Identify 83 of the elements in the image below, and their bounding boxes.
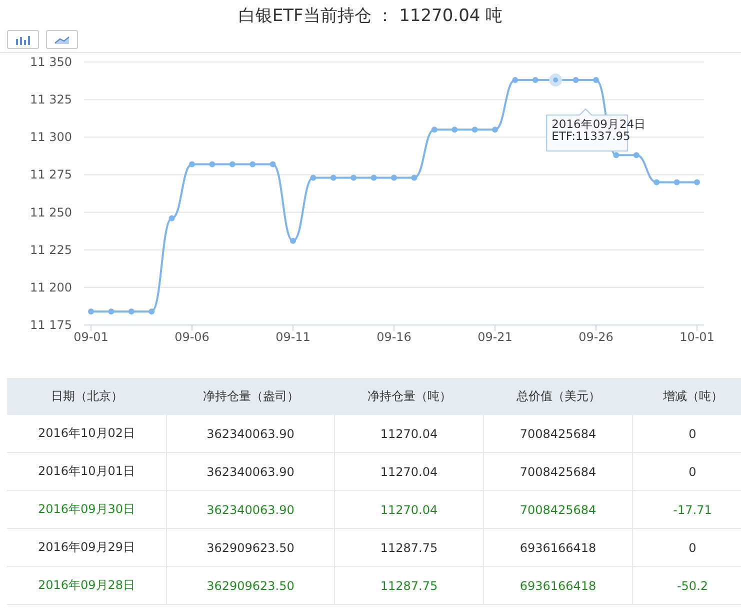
table-cell: 7008425684 (484, 415, 633, 453)
x-axis-label: 09-21 (478, 330, 512, 344)
x-axis-label: 10-01 (680, 330, 714, 344)
x-axis-label: 09-01 (74, 330, 108, 344)
table-cell: 6936166418 (484, 529, 633, 567)
data-point (694, 179, 700, 186)
data-point (330, 174, 336, 181)
data-point (572, 77, 579, 84)
data-point (290, 238, 296, 244)
y-axis-label: 11 325 (30, 92, 72, 107)
line-chart-icon (54, 36, 70, 44)
table-cell: 2016年09月29日 (7, 529, 167, 567)
table-cell: 2016年10月01日 (7, 453, 167, 491)
data-point (613, 152, 620, 158)
data-point (209, 161, 216, 168)
data-point (654, 179, 660, 186)
data-point (452, 126, 458, 133)
data-point (128, 308, 134, 314)
data-point (370, 174, 377, 181)
table-cell: 11287.75 (335, 567, 484, 605)
table-cell: 7008425684 (484, 453, 633, 491)
data-point (674, 179, 680, 186)
line-chart-button[interactable] (46, 30, 78, 49)
data-point (350, 174, 357, 181)
y-axis-label: 11 275 (30, 168, 72, 182)
table-cell: 7008425684 (484, 491, 633, 529)
column-header: 净持仓量（盎司） (167, 378, 335, 415)
x-axis-label: 09-16 (376, 330, 412, 344)
table-cell: 362909623.50 (167, 567, 335, 605)
data-point (411, 174, 418, 181)
data-point (189, 161, 195, 168)
data-point (88, 308, 94, 314)
y-axis-label: 11 300 (30, 130, 72, 144)
data-point (472, 126, 478, 133)
chart-title: 白银ETF当前持仓 ： 11270.04 吨 (237, 4, 504, 28)
data-point (310, 174, 316, 181)
table-cell: 6936166418 (484, 567, 633, 605)
table-cell: 0 (633, 529, 741, 567)
y-axis-label: 11 225 (30, 242, 72, 257)
table-cell: 362909623.50 (167, 529, 335, 567)
tooltip-text: 2016年09月24日 (552, 117, 646, 132)
y-axis-label: 11 250 (30, 205, 72, 220)
table-cell: 362340063.90 (167, 415, 335, 453)
table-cell: 362340063.90 (167, 491, 335, 529)
x-axis-label: 09-11 (276, 330, 310, 344)
data-point (108, 308, 114, 314)
table-cell: 2016年09月28日 (7, 567, 167, 605)
data-point (549, 74, 562, 87)
data-point (148, 308, 155, 314)
y-axis-label: 11 200 (30, 280, 72, 294)
table-cell: 11270.04 (335, 491, 484, 529)
table-cell: 2016年09月30日 (7, 491, 167, 529)
table-cell: 11270.04 (335, 415, 484, 453)
y-axis-label: 11 350 (30, 55, 72, 69)
column-header: 总价值（美元） (484, 378, 633, 415)
column-header: 日期（北京） (7, 378, 167, 415)
table-cell: 2016年10月02日 (7, 415, 167, 453)
y-axis-label: 11 175 (30, 318, 72, 332)
data-point (168, 215, 175, 222)
column-header: 净持仓量（吨） (335, 378, 484, 415)
x-axis-label: 09-06 (174, 330, 210, 344)
tooltip-text: ETF:11337.95 (552, 129, 630, 144)
table-cell: 0 (633, 453, 741, 491)
data-point (593, 77, 599, 84)
table-cell: -17.71 (633, 491, 741, 529)
data-point (532, 77, 538, 84)
x-axis-label: 09-26 (578, 330, 614, 344)
data-point (512, 77, 518, 84)
bar-chart-button[interactable] (7, 30, 39, 49)
bar-chart-icon (15, 34, 31, 44)
table-cell: 11287.75 (335, 529, 484, 567)
table-cell: -50.2 (633, 567, 741, 605)
table-cell: 362340063.90 (167, 453, 335, 491)
table-cell: 11270.04 (335, 453, 484, 491)
column-header: 增减（吨） (633, 378, 741, 415)
data-point (431, 126, 438, 133)
data-point (492, 126, 498, 133)
data-point (391, 174, 397, 181)
data-point (229, 161, 236, 168)
data-point (270, 161, 276, 168)
data-point (633, 152, 640, 158)
table-cell: 0 (633, 415, 741, 453)
data-point (250, 161, 256, 168)
